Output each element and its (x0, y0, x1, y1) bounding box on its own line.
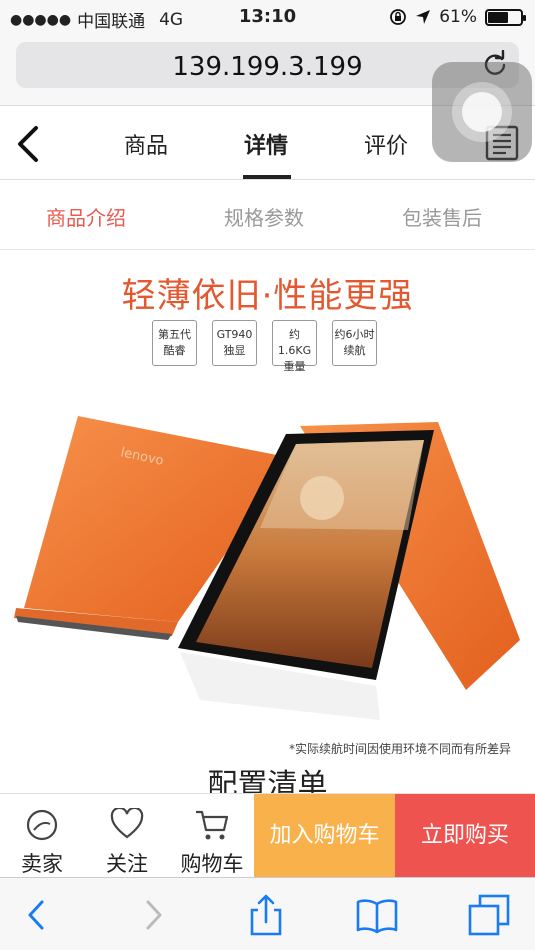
follow-label: 关注 (106, 852, 148, 876)
share-icon[interactable] (243, 892, 289, 938)
tab-details[interactable]: 详情 (244, 128, 288, 160)
tab-product[interactable]: 商品 (124, 128, 168, 160)
feature-chip: 约1.6KG 重量 (272, 320, 317, 373)
laptop-product-image: lenovo (14, 416, 520, 720)
feature-chip: 约6小时 续航 (332, 320, 377, 366)
location-arrow-icon (416, 10, 431, 24)
subtab-intro[interactable]: 商品介绍 (46, 202, 126, 231)
shopping-cart-icon (196, 810, 229, 840)
buy-now-button[interactable]: 立即购买 (395, 794, 535, 878)
feature-chips: 第五代 酷睿 GT940 独显 约1.6KG 重量 约6小时 续航 (152, 320, 377, 373)
add-to-cart-button[interactable]: 加入购物车 (254, 794, 395, 878)
chevron-left-icon[interactable] (14, 124, 44, 164)
subtab-after-sales[interactable]: 包装售后 (402, 202, 482, 231)
battery-percent: 61% (439, 7, 477, 27)
assistive-touch-button[interactable] (432, 62, 532, 162)
tabs-icon[interactable] (466, 892, 512, 938)
forward-arrow-icon[interactable] (130, 892, 176, 938)
product-hero: 轻薄依旧·性能更强 第五代 酷睿 GT940 独显 约1.6KG 重量 约6小时 续航 … (0, 250, 535, 790)
subtab-specs[interactable]: 规格参数 (224, 202, 304, 231)
cart-label: 购物车 (180, 852, 244, 876)
status-bar: ●●●●● 中国联通 4G 13:10 61% (0, 0, 535, 36)
orientation-lock-icon (390, 9, 407, 25)
chat-bubble-icon (26, 809, 58, 841)
browser-toolbar (0, 877, 535, 950)
heart-icon (110, 808, 144, 839)
seller-label: 卖家 (21, 852, 63, 876)
active-tab-indicator (243, 175, 291, 179)
hero-headline: 轻薄依旧·性能更强 (121, 276, 414, 316)
follow-button[interactable]: 关注 (84, 794, 170, 878)
seller-button[interactable]: 卖家 (0, 794, 84, 878)
feature-chip: 第五代 酷睿 (152, 320, 197, 366)
back-arrow-icon[interactable] (14, 892, 60, 938)
detail-subtabs: 商品介绍 规格参数 包装售后 (0, 180, 535, 250)
bookmarks-icon[interactable] (354, 892, 400, 938)
feature-chip: GT940 独显 (212, 320, 257, 366)
purchase-action-bar: 卖家 关注 购物车 加入购物车 立即购买 (0, 793, 535, 878)
tab-reviews[interactable]: 评价 (364, 128, 408, 160)
battery-icon (485, 8, 526, 26)
battery-notice: *实际续航时间因使用环境不同而有所差异 (288, 742, 511, 756)
cart-button[interactable]: 购物车 (170, 794, 254, 878)
